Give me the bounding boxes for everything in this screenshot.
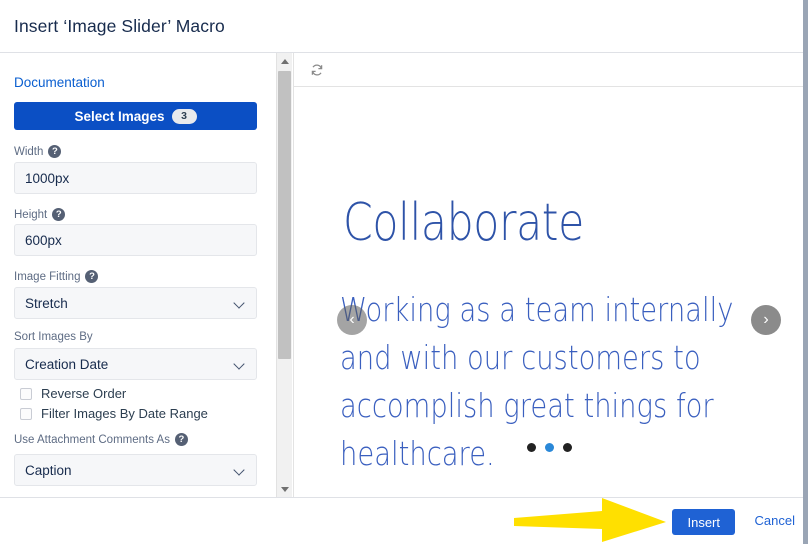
macro-preview-panel: Collaborate Working as a team internally… [293,53,803,497]
slider-prev-button[interactable]: ‹ [337,305,367,335]
image-fitting-value: Stretch [25,295,68,311]
image-fitting-label: Image Fitting [14,270,81,283]
filter-images-by-date-range-checkbox-row[interactable]: Filter Images By Date Range [20,406,208,421]
reverse-order-label: Reverse Order [41,386,127,401]
insert-macro-dialog: Insert ‘Image Slider’ Macro Documentatio… [0,0,808,544]
dialog-footer: Insert Cancel [0,497,803,544]
sort-images-by-value: Creation Date [25,356,109,372]
dialog-title-bar: Insert ‘Image Slider’ Macro [0,0,803,53]
select-images-label: Select Images [74,108,165,124]
selected-images-count-badge: 3 [171,108,197,124]
sort-images-by-label-row: Sort Images By [14,331,93,343]
help-icon[interactable]: ? [85,270,99,283]
help-icon[interactable]: ? [48,145,62,158]
reverse-order-checkbox[interactable] [20,387,32,400]
help-icon[interactable]: ? [52,208,66,221]
height-input[interactable] [14,224,257,256]
slider-pagination-dots [295,443,803,452]
chevron-down-icon [235,359,246,370]
attachment-comments-label: Use Attachment Comments As [14,433,170,446]
macro-parameters-form: Documentation Select Images 3 Width ? He… [0,53,276,497]
chevron-down-icon [235,298,246,309]
height-label-row: Height ? [14,208,66,221]
refresh-icon[interactable] [310,63,324,77]
attachment-comments-value: Caption [25,462,72,478]
attachment-comments-select[interactable]: Caption [14,454,257,486]
attachment-comments-label-row: Use Attachment Comments As ? [14,433,188,446]
select-images-button[interactable]: Select Images 3 [14,102,257,130]
dialog-body: Documentation Select Images 3 Width ? He… [0,53,803,497]
filter-images-by-date-range-checkbox[interactable] [20,407,32,420]
chevron-down-icon [235,465,246,476]
width-input[interactable] [14,162,257,194]
slide-heading: Collaborate [343,193,584,253]
slider-dot-2[interactable] [544,443,554,452]
slider-dot-1[interactable] [526,443,536,452]
scrollbar-thumb[interactable] [278,71,291,359]
height-label: Height [14,208,48,221]
image-slider-preview: Collaborate Working as a team internally… [295,88,803,496]
sort-images-by-label: Sort Images By [14,331,93,343]
scroll-up-arrow[interactable] [277,53,292,69]
sort-images-by-select[interactable]: Creation Date [14,348,257,380]
width-label-row: Width ? [14,145,62,158]
filter-images-by-date-range-label: Filter Images By Date Range [41,406,208,421]
cancel-button[interactable]: Cancel [755,513,795,528]
form-scrollbar[interactable] [276,53,292,497]
preview-toolbar [294,53,803,87]
page-title: Insert ‘Image Slider’ Macro [14,16,225,36]
slider-dot-3[interactable] [562,443,572,452]
image-fitting-label-row: Image Fitting ? [14,270,99,283]
slider-next-button[interactable]: › [751,305,781,335]
help-icon[interactable]: ? [174,433,188,446]
documentation-link[interactable]: Documentation [14,75,105,90]
reverse-order-checkbox-row[interactable]: Reverse Order [20,386,126,401]
width-label: Width [14,145,44,158]
insert-button[interactable]: Insert [672,509,735,535]
image-fitting-select[interactable]: Stretch [14,287,257,319]
scroll-down-arrow[interactable] [277,481,292,497]
